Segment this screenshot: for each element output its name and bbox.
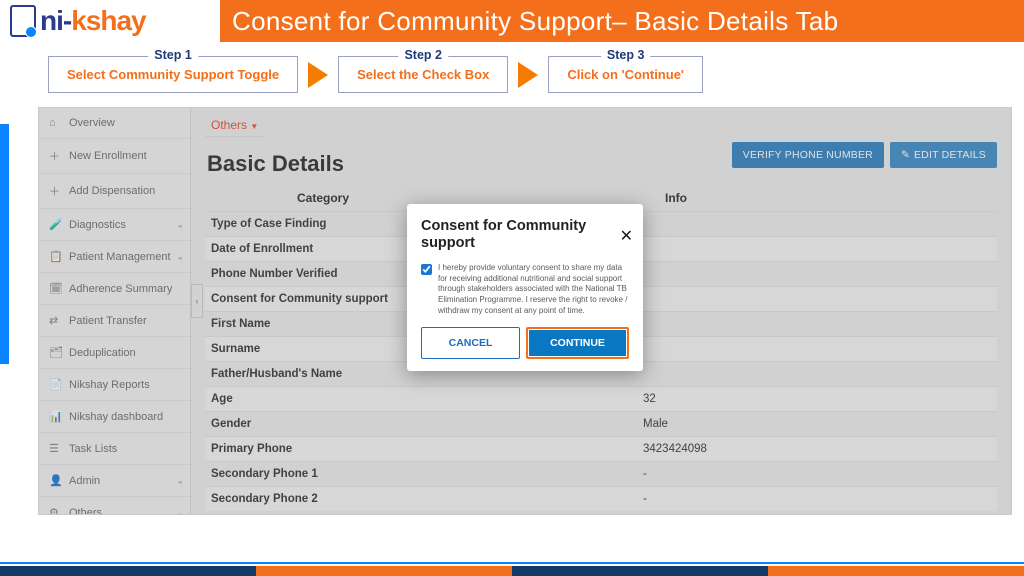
continue-button[interactable]: CONTINUE	[529, 330, 626, 356]
sidebar-item-label: Overview	[69, 117, 115, 129]
sidebar-item-label: Adherence Summary	[69, 283, 172, 295]
consent-text: I hereby provide voluntary consent to sh…	[438, 263, 629, 317]
sidebar-icon: 👤	[49, 474, 61, 487]
logo-text: ni-kshay	[40, 5, 146, 37]
sidebar-item-label: Nikshay Reports	[69, 379, 150, 391]
chevron-down-icon: ⌄	[176, 251, 184, 262]
sidebar-icon: 🗂	[49, 346, 61, 359]
sidebar-item[interactable]: ⇄ Patient Transfer	[39, 305, 190, 337]
row-category: First Name	[205, 318, 415, 330]
app-frame: ⌂ Overview ＋ New Enrollment ＋ Add Dispensatio…	[38, 107, 1012, 515]
sidebar-icon: 📊	[49, 410, 61, 423]
sidebar-item[interactable]: 🧪 Diagnostics ⌄	[39, 209, 190, 241]
sidebar-item-label: New Enrollment	[69, 150, 147, 162]
sidebar-icon: ⌂	[49, 117, 61, 129]
table-row: GenderMale	[205, 411, 997, 436]
table-row: Primary Phone3423424098	[205, 436, 997, 461]
sidebar-icon: ＋	[49, 183, 61, 199]
table-row: Secondary Phone 2-	[205, 486, 997, 511]
chevron-down-icon: ⌄	[176, 219, 184, 230]
row-category: Phone Number Verified	[205, 268, 415, 280]
sidebar: ⌂ Overview ＋ New Enrollment ＋ Add Dispensatio…	[39, 108, 191, 514]
chevron-down-icon: ⌄	[176, 475, 184, 486]
sidebar-icon: 📄	[49, 378, 61, 391]
row-info: -	[415, 468, 997, 480]
sidebar-item[interactable]: 🗓 Adherence Summary	[39, 273, 190, 305]
steps-row: Step 1 Select Community Support Toggle S…	[0, 42, 1024, 103]
sidebar-item[interactable]: 📋 Patient Management ⌄	[39, 241, 190, 273]
sidebar-item-label: Nikshay dashboard	[69, 411, 163, 423]
row-info: 3423424098	[415, 443, 997, 455]
continue-highlight: CONTINUE	[526, 327, 629, 359]
row-category: Father/Husband's Name	[205, 368, 415, 380]
row-category: Gender	[205, 418, 415, 430]
sidebar-item-label: Add Dispensation	[69, 185, 155, 197]
step-3-box: Step 3 Click on 'Continue'	[548, 56, 703, 93]
sidebar-item[interactable]: 🗂 Deduplication	[39, 337, 190, 369]
sidebar-item-label: Others	[69, 507, 102, 516]
chevron-down-icon: ⌄	[176, 507, 184, 515]
arrow-icon	[308, 62, 328, 88]
sidebar-item[interactable]: 👤 Admin ⌄	[39, 465, 190, 497]
sidebar-icon: 📋	[49, 250, 61, 263]
close-icon[interactable]: ✕	[620, 226, 633, 246]
row-category: Age	[205, 393, 415, 405]
row-category: Type of Case Finding	[205, 218, 415, 230]
step-1-box: Step 1 Select Community Support Toggle	[48, 56, 298, 93]
edit-details-button[interactable]: ✎EDIT DETAILS	[890, 142, 997, 168]
sidebar-item-label: Patient Management	[69, 251, 171, 263]
row-category: Surname	[205, 343, 415, 355]
sidebar-item[interactable]: 📊 Nikshay dashboard	[39, 401, 190, 433]
row-category: Secondary Phone 2	[205, 493, 415, 505]
sidebar-item[interactable]: ＋ Add Dispensation	[39, 174, 190, 209]
sidebar-item-label: Diagnostics	[69, 219, 126, 231]
sidebar-item[interactable]: ＋ New Enrollment	[39, 139, 190, 174]
pencil-icon: ✎	[901, 149, 910, 161]
sidebar-item[interactable]: 📄 Nikshay Reports	[39, 369, 190, 401]
sidebar-icon: ＋	[49, 148, 61, 164]
verify-phone-button[interactable]: VERIFY PHONE NUMBER	[732, 142, 884, 168]
sidebar-icon: 🗓	[49, 282, 61, 295]
modal-title: Consent for Community support	[421, 218, 629, 253]
sidebar-item[interactable]: ☰ Task Lists	[39, 433, 190, 465]
arrow-icon	[518, 62, 538, 88]
step-2-box: Step 2 Select the Check Box	[338, 56, 508, 93]
sidebar-item-label: Patient Transfer	[69, 315, 147, 327]
row-info: -	[415, 493, 997, 505]
table-row: Age32	[205, 386, 997, 411]
slide-title: Consent for Community Support– Basic Det…	[220, 0, 1024, 42]
others-dropdown[interactable]: Others ▼	[205, 114, 264, 137]
sidebar-icon: 🧪	[49, 218, 61, 231]
sidebar-item-label: Task Lists	[69, 443, 117, 455]
logo: ni-kshay	[0, 5, 220, 37]
sidebar-item-label: Deduplication	[69, 347, 136, 359]
row-category: Secondary Phone 1	[205, 468, 415, 480]
row-info: 32	[415, 393, 997, 405]
sidebar-icon: ⇄	[49, 314, 61, 327]
caret-down-icon: ▼	[250, 122, 258, 131]
sidebar-icon: ⚙	[49, 506, 61, 515]
sidebar-icon: ☰	[49, 442, 61, 455]
cancel-button[interactable]: CANCEL	[421, 327, 520, 359]
consent-modal: Consent for Community support ✕ I hereby…	[407, 204, 643, 371]
sidebar-item[interactable]: ⌂ Overview	[39, 108, 190, 139]
table-row: Secondary Phone 1-	[205, 461, 997, 486]
bottom-stripe	[0, 566, 1024, 576]
left-accent-bar	[0, 124, 9, 364]
header-bar: ni-kshay Consent for Community Support– …	[0, 0, 1024, 42]
consent-checkbox[interactable]	[421, 264, 432, 275]
divider-line	[0, 562, 1024, 564]
sidebar-item[interactable]: ⚙ Others ⌄	[39, 497, 190, 515]
row-category: Primary Phone	[205, 443, 415, 455]
logo-phone-icon	[10, 5, 36, 37]
sidebar-item-label: Admin	[69, 475, 100, 487]
action-buttons: VERIFY PHONE NUMBER ✎EDIT DETAILS	[732, 142, 997, 168]
row-info: Male	[415, 418, 997, 430]
row-category: Consent for Community support	[205, 293, 415, 305]
row-category: Date of Enrollment	[205, 243, 415, 255]
